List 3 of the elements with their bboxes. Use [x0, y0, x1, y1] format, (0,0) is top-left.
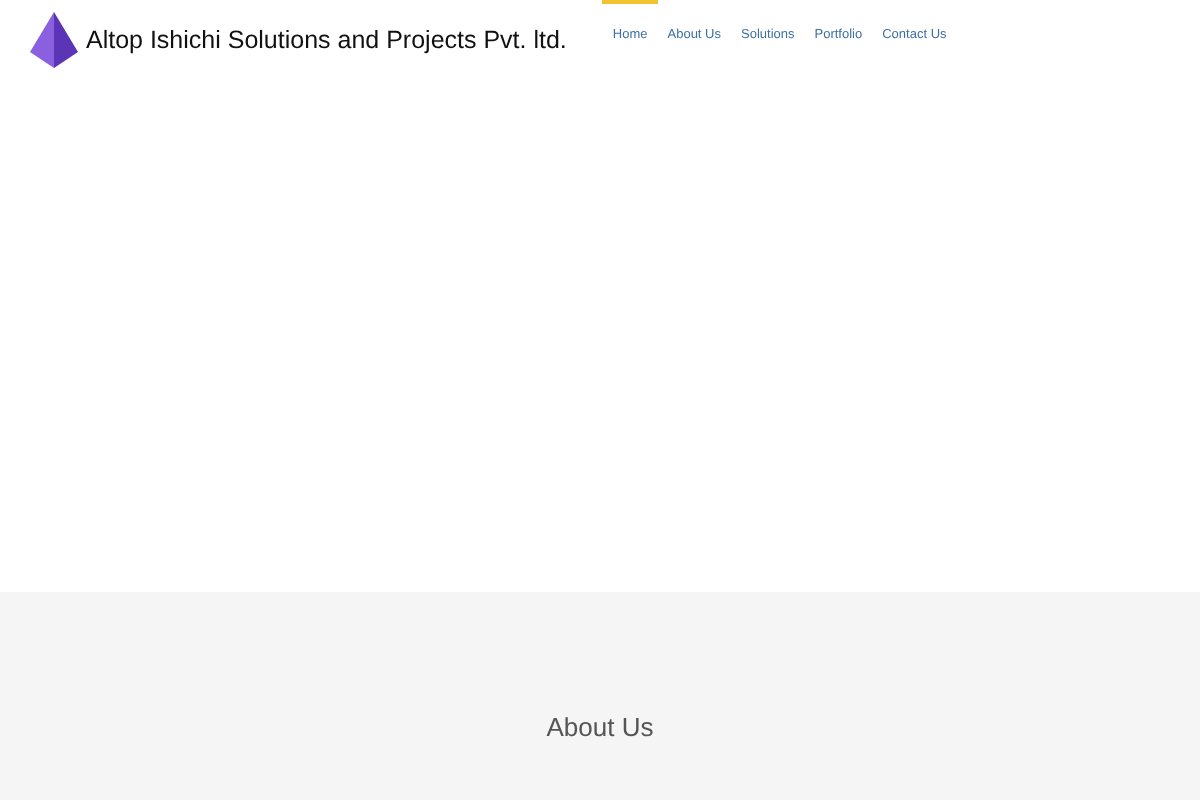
section-heading: About Us	[546, 712, 654, 744]
brand-name: Altop Ishichi Solutions and Projects Pvt. ltd.	[86, 26, 567, 54]
pyramid-logo-icon	[30, 12, 78, 68]
